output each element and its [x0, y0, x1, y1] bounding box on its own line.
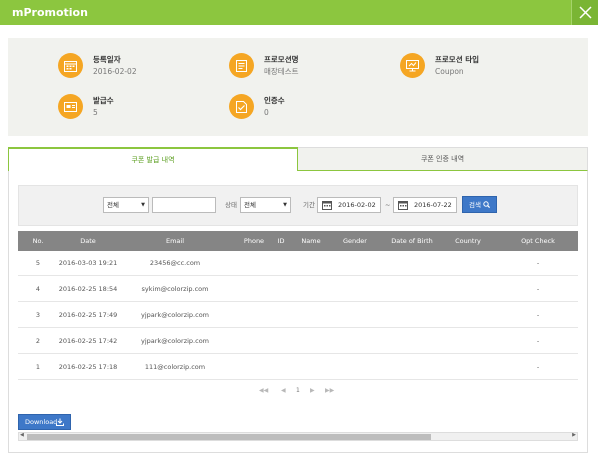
info-reg-date: 등록일자 2016-02-02 — [58, 53, 137, 78]
cell-opt-check: - — [536, 311, 540, 319]
promo-type-label: 프로모션 타입 — [435, 54, 480, 64]
monitor-icon — [400, 53, 425, 78]
status-select-value: 전체 — [244, 201, 256, 209]
col-name[interactable]: Name — [297, 231, 325, 251]
col-no[interactable]: No. — [26, 231, 50, 251]
cell-no: 2 — [35, 337, 41, 345]
cell-no: 4 — [35, 285, 41, 293]
dropdown-arrow-icon: ▼ — [141, 202, 145, 208]
tab-coupon-issued[interactable]: 쿠폰 발급 내역 — [8, 147, 298, 171]
end-date-input[interactable]: 2016-07-22 — [393, 197, 457, 213]
issued-value: 5 — [93, 107, 98, 117]
cell-date: 2016-02-25 17:49 — [58, 311, 118, 319]
calendar-icon — [398, 201, 408, 210]
document-icon — [229, 53, 254, 78]
cell-opt-check: - — [536, 285, 540, 293]
col-date[interactable]: Date — [68, 231, 108, 251]
col-phone[interactable]: Phone — [240, 231, 268, 251]
scroll-right-arrow-icon[interactable]: ▶ — [572, 432, 576, 438]
start-date-value: 2016-02-02 — [338, 201, 376, 209]
tab-bar: 쿠폰 발급 내역 쿠폰 인증 내역 — [8, 147, 588, 171]
verified-value: 0 — [264, 107, 269, 117]
col-date-of-birth[interactable]: Date of Birth — [390, 231, 434, 251]
promo-name-value: 매장테스트 — [264, 66, 299, 76]
period-label: 기간 — [303, 201, 315, 209]
end-date-value: 2016-07-22 — [414, 201, 452, 209]
issued-label: 발급수 — [93, 95, 114, 105]
cell-date: 2016-02-25 17:18 — [58, 363, 118, 371]
promo-type-value: Coupon — [435, 66, 464, 76]
table-row[interactable]: 1 2016-02-25 17:18 111@colorzip.com - — [18, 355, 578, 380]
info-promo-type: 프로모션 타입 Coupon — [400, 53, 479, 78]
cell-email: 111@colorzip.com — [144, 363, 206, 371]
info-issued: 발급수 5 — [58, 94, 114, 119]
title-bar: mPromotion — [0, 0, 598, 25]
verified-label: 인증수 — [264, 95, 285, 105]
check-document-icon — [229, 94, 254, 119]
cell-date: 2016-02-25 17:42 — [58, 337, 118, 345]
search-button-label: 검색 — [469, 201, 481, 209]
info-verified: 인증수 0 — [229, 94, 285, 119]
cell-opt-check: - — [536, 259, 540, 267]
promo-name-label: 프로모션명 — [264, 54, 299, 64]
start-date-input[interactable]: 2016-02-02 — [317, 197, 381, 213]
table-row[interactable]: 5 2016-03-03 19:21 23456@cc.com - — [18, 251, 578, 276]
download-button[interactable]: Download — [18, 414, 71, 430]
card-icon — [58, 94, 83, 119]
scrollbar-thumb[interactable] — [27, 434, 431, 440]
cell-date: 2016-03-03 19:21 — [58, 259, 118, 267]
table-row[interactable]: 4 2016-02-25 18:54 sykim@colorzip.com - — [18, 277, 578, 302]
download-button-label: Download — [25, 418, 58, 426]
tab-coupon-verified[interactable]: 쿠폰 인증 내역 — [298, 147, 588, 171]
horizontal-scrollbar[interactable]: ◀ ▶ — [18, 432, 578, 441]
col-id[interactable]: ID — [273, 231, 289, 251]
cell-no: 5 — [35, 259, 41, 267]
cell-no: 3 — [35, 311, 41, 319]
search-icon — [483, 201, 491, 209]
calendar-icon — [322, 201, 332, 210]
type-select[interactable]: 전체 ▼ — [103, 197, 149, 213]
first-page-button[interactable]: ◀◀ — [259, 387, 268, 394]
close-icon — [578, 6, 592, 19]
col-email[interactable]: Email — [153, 231, 197, 251]
info-promo-name: 프로모션명 매장테스트 — [229, 53, 299, 78]
cell-opt-check: - — [536, 337, 540, 345]
col-opt-check[interactable]: Opt Check — [516, 231, 560, 251]
cell-no: 1 — [35, 363, 41, 371]
cell-email: sykim@colorzip.com — [141, 285, 209, 293]
cell-email: yjpark@colorzip.com — [141, 337, 209, 345]
filter-bar: 전체 ▼ 상태 전체 ▼ 기간 2016-02-02 ~ 2016-07-22 … — [18, 185, 578, 226]
keyword-input[interactable] — [152, 197, 216, 213]
close-button[interactable] — [571, 0, 598, 25]
cell-email: yjpark@colorzip.com — [141, 311, 209, 319]
download-icon — [56, 418, 64, 426]
date-separator: ~ — [385, 201, 391, 209]
type-select-value: 전체 — [107, 201, 119, 209]
scroll-left-arrow-icon[interactable]: ◀ — [20, 432, 24, 438]
search-button[interactable]: 검색 — [462, 196, 498, 213]
prev-page-button[interactable]: ◀ — [281, 387, 286, 394]
col-gender[interactable]: Gender — [340, 231, 370, 251]
dropdown-arrow-icon: ▼ — [283, 202, 287, 208]
page-number[interactable]: 1 — [296, 387, 300, 394]
reg-date-label: 등록일자 — [93, 54, 121, 64]
pagination: ◀◀ ◀ 1 ▶ ▶▶ — [0, 387, 598, 397]
window-title: mPromotion — [12, 6, 88, 19]
cell-date: 2016-02-25 18:54 — [58, 285, 118, 293]
calendar-icon — [58, 53, 83, 78]
status-label: 상태 — [225, 201, 237, 209]
cell-opt-check: - — [536, 363, 540, 371]
table-row[interactable]: 2 2016-02-25 17:42 yjpark@colorzip.com - — [18, 329, 578, 354]
table-header: No. Date Email Phone ID Name Gender Date… — [18, 231, 578, 251]
reg-date-value: 2016-02-02 — [93, 66, 137, 76]
promotion-info-panel: 등록일자 2016-02-02 프로모션명 매장테스트 프로모션 타입 Coup… — [8, 38, 588, 136]
last-page-button[interactable]: ▶▶ — [325, 387, 334, 394]
next-page-button[interactable]: ▶ — [310, 387, 315, 394]
table-row[interactable]: 3 2016-02-25 17:49 yjpark@colorzip.com - — [18, 303, 578, 328]
col-country[interactable]: Country — [451, 231, 485, 251]
cell-email: 23456@cc.com — [149, 259, 201, 267]
status-select[interactable]: 전체 ▼ — [240, 197, 291, 213]
